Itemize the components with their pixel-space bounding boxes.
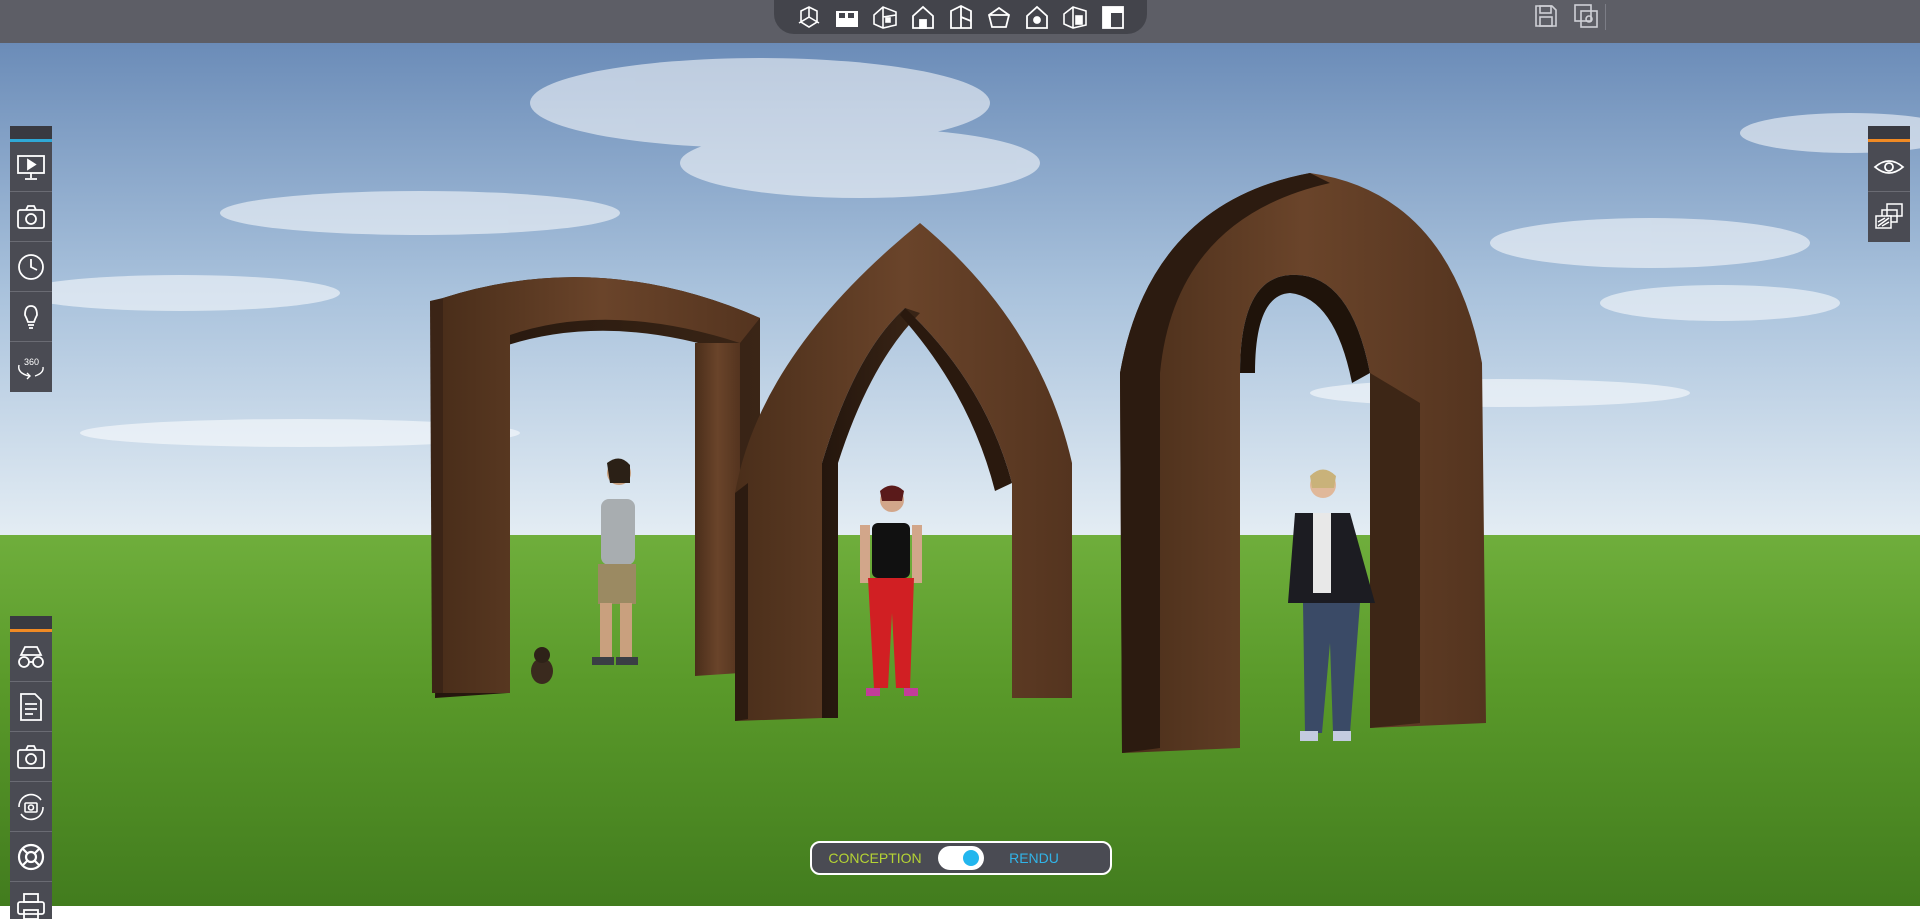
svg-text:360: 360 bbox=[24, 357, 39, 367]
camera-rotate-icon[interactable] bbox=[10, 782, 52, 832]
eye-icon[interactable] bbox=[1868, 142, 1910, 192]
mode-switch[interactable] bbox=[938, 846, 984, 870]
top-toolbar bbox=[0, 0, 1920, 43]
save-as-icon[interactable] bbox=[1570, 0, 1602, 32]
presentation-icon[interactable] bbox=[10, 142, 52, 192]
360-view-icon[interactable]: 360 bbox=[10, 342, 52, 392]
clock-icon[interactable] bbox=[10, 242, 52, 292]
visitor-glasses-icon[interactable] bbox=[10, 632, 52, 682]
layers-icon[interactable] bbox=[1868, 192, 1910, 242]
roof-view-icon[interactable] bbox=[983, 1, 1015, 33]
print-icon[interactable] bbox=[10, 882, 52, 919]
toolbar-separator bbox=[1605, 4, 1606, 30]
panel-header bbox=[10, 126, 52, 142]
panel-header bbox=[1868, 126, 1910, 142]
plan-2d-icon[interactable] bbox=[831, 1, 863, 33]
help-lifebuoy-icon[interactable] bbox=[10, 832, 52, 882]
document-icon[interactable] bbox=[10, 682, 52, 732]
3d-house-icon[interactable] bbox=[869, 1, 901, 33]
switch-knob bbox=[963, 850, 979, 866]
right-view-panel bbox=[1868, 126, 1910, 242]
front-facade-icon[interactable] bbox=[907, 1, 939, 33]
3d-house-open-icon[interactable] bbox=[1059, 1, 1091, 33]
camera-icon[interactable] bbox=[10, 192, 52, 242]
save-icon[interactable] bbox=[1530, 0, 1562, 32]
bottom-edge bbox=[0, 906, 1920, 919]
mode-toggle: CONCEPTION RENDU bbox=[810, 841, 1112, 875]
conception-label[interactable]: CONCEPTION bbox=[812, 850, 938, 866]
cut-section-icon[interactable] bbox=[1097, 1, 1129, 33]
camera-icon[interactable] bbox=[10, 732, 52, 782]
house-point-icon[interactable] bbox=[1021, 1, 1053, 33]
file-actions bbox=[1530, 0, 1602, 32]
perspective-view-icon[interactable] bbox=[793, 1, 825, 33]
rendu-label[interactable]: RENDU bbox=[984, 850, 1084, 866]
3d-viewport[interactable] bbox=[0, 43, 1920, 906]
side-facade-icon[interactable] bbox=[945, 1, 977, 33]
left-tools-panel: 360 bbox=[10, 126, 52, 392]
lightbulb-icon[interactable] bbox=[10, 292, 52, 342]
left-actions-panel bbox=[10, 616, 52, 919]
view-mode-group bbox=[774, 0, 1147, 34]
panel-header bbox=[10, 616, 52, 632]
